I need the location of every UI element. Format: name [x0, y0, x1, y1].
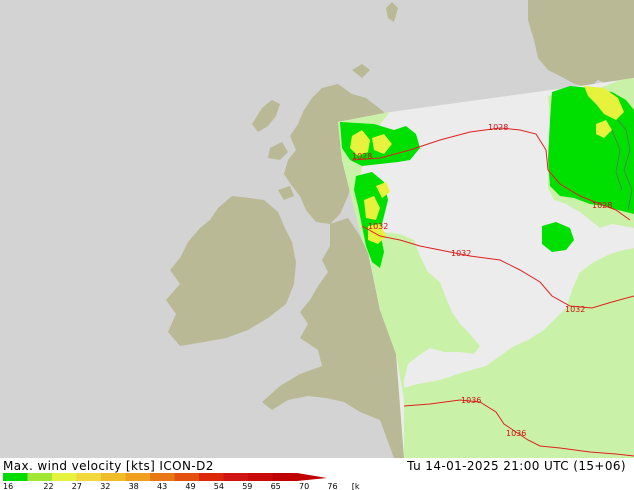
scale-tick-label: 54 [214, 482, 224, 490]
isobar-label: 1036 [461, 396, 481, 405]
scale-color-box [52, 473, 77, 481]
isobar-label: 1028 [488, 123, 508, 132]
scale-color-box [27, 473, 52, 481]
scale-arrow [297, 473, 327, 481]
scale-color-box [150, 473, 175, 481]
scale-tick-label: 32 [100, 482, 110, 490]
scale-unit: [knots] [352, 482, 360, 490]
isobar-label: 1032 [368, 222, 388, 231]
scale-color-box [3, 473, 28, 481]
scale-color-box [125, 473, 150, 481]
scale-tick-label: 65 [271, 482, 281, 490]
scale-color-box [272, 473, 297, 481]
map-title: Max. wind velocity [kts] ICON-D2 [3, 459, 214, 473]
scale-tick-label: 22 [43, 482, 53, 490]
scale-tick-label: 43 [157, 482, 167, 490]
scale-color-box [174, 473, 199, 481]
scale-tick-label: 49 [185, 482, 195, 490]
scale-tick-label: 59 [242, 482, 252, 490]
scale-tick-label: 27 [72, 482, 82, 490]
scale-tick-label: 76 [327, 482, 337, 490]
valid-time: Tu 14-01-2025 21:00 UTC (15+06) [407, 459, 626, 473]
map-footer: Max. wind velocity [kts] ICON-D2 Tu 14-0… [0, 458, 634, 490]
isobar-label: 1028 [592, 201, 612, 210]
isobar-label: 1028 [352, 152, 372, 161]
wind-area-denmark [548, 86, 634, 214]
scale-tick-label: 38 [129, 482, 139, 490]
scale-color-box [223, 473, 248, 481]
scale-tick-label: 70 [299, 482, 309, 490]
scale-tick-label: 16 [3, 482, 13, 490]
scale-color-box [101, 473, 126, 481]
isobar-label: 1032 [565, 305, 585, 314]
isobar-label: 1032 [451, 249, 471, 258]
scale-color-box [76, 473, 101, 481]
scale-color-box [248, 473, 273, 481]
scale-color-box [199, 473, 224, 481]
color-scale: 16 22 27 32 38 43 49 54 59 65 70 76 [knots] [3, 473, 360, 490]
isobar-label: 1036 [506, 429, 526, 438]
weather-map[interactable]: 1028 1028 1028 1032 1032 1032 1036 1036 [0, 0, 634, 458]
